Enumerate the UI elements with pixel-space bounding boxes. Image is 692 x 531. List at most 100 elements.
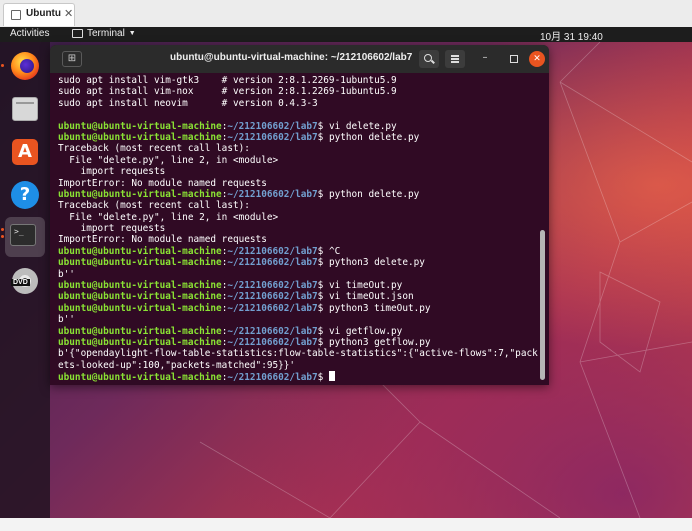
dvd-label: DVD: [11, 279, 30, 286]
output-line: Traceback (most recent call last):: [58, 200, 250, 212]
prompt-line: ubuntu@ubuntu-virtual-machine:~/21210660…: [58, 337, 538, 348]
prompt-line: ubuntu@ubuntu-virtual-machine:~/21210660…: [58, 303, 538, 314]
output-line: ImportError: No module named requests: [58, 234, 267, 246]
prompt-dollar: $: [317, 120, 329, 132]
caret-down-icon: ▼: [128, 30, 136, 37]
output-line: sudo apt install vim-nox # version 2:8.1…: [58, 86, 397, 98]
prompt-dollar: $: [317, 188, 329, 200]
prompt-line: ubuntu@ubuntu-virtual-machine:~/21210660…: [58, 371, 538, 383]
dock-item-firefox[interactable]: [9, 50, 41, 82]
close-icon[interactable]: ✕: [64, 7, 73, 20]
scrollbar[interactable]: [540, 230, 545, 380]
prompt-user: ubuntu@ubuntu-virtual-machine: [58, 325, 222, 337]
vm-tab-ubuntu[interactable]: Ubuntu ✕: [3, 3, 75, 26]
prompt-line: ubuntu@ubuntu-virtual-machine:~/21210660…: [58, 189, 538, 200]
command-text: python3 getflow.py: [328, 336, 431, 348]
terminal-icon: >_: [10, 224, 36, 246]
terminal-output[interactable]: sudo apt install vim-gtk3 # version 2:8.…: [58, 75, 538, 383]
prompt-path: ~/212106602/lab7: [227, 372, 318, 383]
host-status-strip: [0, 518, 692, 531]
window-title: ubuntu@ubuntu-virtual-machine: ~/2121066…: [170, 52, 413, 63]
command-text: ^C: [328, 245, 341, 257]
output-line: sudo apt install vim-gtk3 # version 2:8.…: [58, 75, 397, 86]
output-line: import requests: [58, 223, 166, 235]
output-line: Traceback (most recent call last):: [58, 143, 250, 155]
running-indicator: [1, 235, 4, 238]
prompt-dollar: $: [317, 291, 329, 303]
output-line: b'': [58, 268, 75, 280]
command-text: vi delete.py: [328, 120, 397, 132]
terminal-titlebar[interactable]: ⊞ ubuntu@ubuntu-virtual-machine: ~/21210…: [50, 45, 549, 73]
prompt-line: ubuntu@ubuntu-virtual-machine:~/21210660…: [58, 326, 538, 337]
prompt-user: ubuntu@ubuntu-virtual-machine: [58, 188, 222, 200]
close-window-button[interactable]: ✕: [529, 51, 545, 67]
prompt-user: ubuntu@ubuntu-virtual-machine: [58, 291, 222, 303]
running-indicator: [1, 228, 4, 231]
prompt-line: ubuntu@ubuntu-virtual-machine:~/21210660…: [58, 121, 538, 132]
prompt-dollar: $: [317, 336, 329, 348]
dock-item-terminal[interactable]: >_: [5, 217, 45, 257]
dock: A ? >_ DVD: [0, 42, 50, 518]
software-store-icon: A: [12, 139, 38, 165]
prompt-dollar: $: [317, 280, 329, 292]
dock-item-help[interactable]: ?: [9, 179, 41, 211]
output-line: sudo apt install neovim # version 0.4.3-…: [58, 97, 318, 109]
output-line: import requests: [58, 166, 166, 178]
search-icon-handle: [431, 59, 435, 64]
prompt-user: ubuntu@ubuntu-virtual-machine: [58, 302, 222, 314]
prompt-path: ~/212106602/lab7: [227, 280, 318, 292]
prompt-dollar: $: [317, 245, 329, 257]
prompt-line: ubuntu@ubuntu-virtual-machine:~/21210660…: [58, 132, 538, 143]
terminal-window[interactable]: ⊞ ubuntu@ubuntu-virtual-machine: ~/21210…: [50, 45, 549, 385]
hamburger-icon: [451, 55, 459, 57]
app-menu-label: Terminal: [87, 28, 125, 39]
prompt-path: ~/212106602/lab7: [227, 188, 318, 200]
hamburger-icon: [451, 58, 459, 60]
vm-tab-bar: Ubuntu ✕: [0, 0, 692, 28]
prompt-user: ubuntu@ubuntu-virtual-machine: [58, 257, 222, 269]
maximize-button[interactable]: [506, 52, 520, 66]
files-icon: [12, 97, 38, 121]
prompt-path: ~/212106602/lab7: [227, 120, 318, 132]
prompt-user: ubuntu@ubuntu-virtual-machine: [58, 120, 222, 132]
output-line: b'': [58, 314, 75, 326]
dock-item-software[interactable]: A: [9, 136, 41, 168]
prompt-line: ubuntu@ubuntu-virtual-machine:~/21210660…: [58, 291, 538, 302]
clock[interactable]: 10月 31 19:40: [540, 28, 603, 43]
search-button[interactable]: [419, 50, 439, 68]
dock-item-dvd[interactable]: DVD: [9, 265, 41, 297]
prompt-path: ~/212106602/lab7: [227, 302, 318, 314]
prompt-path: ~/212106602/lab7: [227, 291, 318, 303]
terminal-icon: [72, 29, 83, 38]
output-line: ImportError: No module named requests: [58, 177, 267, 189]
prompt-user: ubuntu@ubuntu-virtual-machine: [58, 336, 222, 348]
command-text: vi getflow.py: [328, 325, 403, 337]
vm-tab-label: Ubuntu: [26, 8, 61, 19]
text-cursor: [328, 371, 335, 382]
help-icon: ?: [11, 181, 39, 209]
prompt-dollar: $: [317, 325, 329, 337]
new-tab-button[interactable]: ⊞: [62, 51, 82, 67]
prompt-path: ~/212106602/lab7: [227, 245, 318, 257]
activities-button[interactable]: Activities: [10, 28, 49, 39]
output-line: b'{"opendaylight-flow-table-statistics:f…: [58, 348, 538, 360]
minimize-button[interactable]: –: [478, 52, 492, 66]
prompt-user: ubuntu@ubuntu-virtual-machine: [58, 245, 222, 257]
prompt-line: ubuntu@ubuntu-virtual-machine:~/21210660…: [58, 280, 538, 291]
top-bar: Activities Terminal ▼ 10月 31 19:40: [0, 27, 692, 43]
output-line: File "delete.py", line 2, in <module>: [58, 154, 279, 166]
running-indicator: [1, 64, 4, 67]
command-text: python delete.py: [328, 131, 420, 143]
prompt-path: ~/212106602/lab7: [227, 325, 318, 337]
prompt-path: ~/212106602/lab7: [227, 336, 318, 348]
hamburger-icon: [451, 61, 459, 63]
app-menu[interactable]: Terminal ▼: [72, 28, 136, 39]
prompt-user: ubuntu@ubuntu-virtual-machine: [58, 280, 222, 292]
command-text: python3 timeOut.py: [328, 302, 431, 314]
vm-screen-icon: [11, 10, 21, 20]
menu-button[interactable]: [445, 50, 465, 68]
prompt-path: ~/212106602/lab7: [227, 131, 318, 143]
prompt-line: ubuntu@ubuntu-virtual-machine:~/21210660…: [58, 257, 538, 268]
dock-item-files[interactable]: [9, 93, 41, 125]
